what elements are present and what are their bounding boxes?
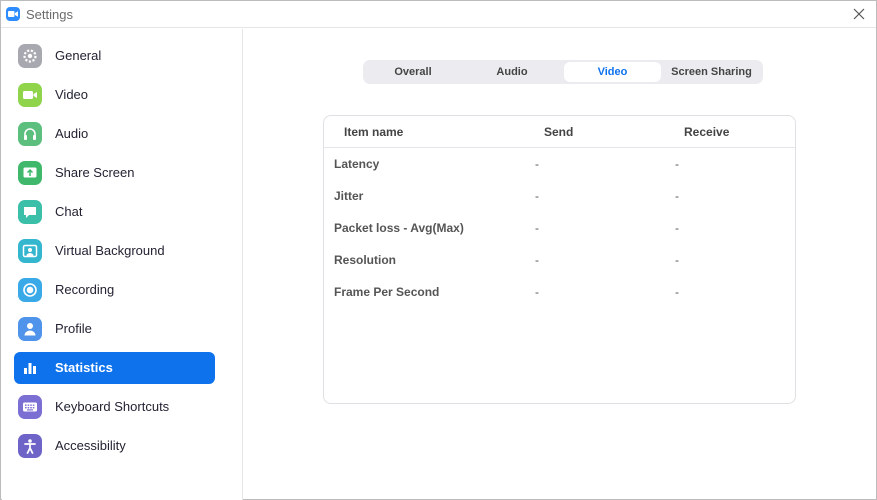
sidebar-item-label: Chat xyxy=(55,204,83,219)
sidebar-item-label: Audio xyxy=(55,126,89,141)
sidebar-item-label: Share Screen xyxy=(55,165,135,180)
accessibility-icon xyxy=(18,434,42,458)
zoom-app-icon xyxy=(6,7,20,21)
share-screen-icon xyxy=(18,161,42,185)
row-send-value: - xyxy=(535,285,539,299)
sidebar-item-share-screen[interactable]: Share Screen xyxy=(14,157,215,189)
column-header-receive: Receive xyxy=(684,125,730,139)
stats-table-header: Item name Send Receive xyxy=(324,116,795,148)
headphones-icon xyxy=(18,122,42,146)
tab-overall[interactable]: Overall xyxy=(365,62,461,82)
person-icon xyxy=(18,317,42,341)
table-row: Packet loss - Avg(Max) - - xyxy=(324,212,795,244)
row-item-name: Frame Per Second xyxy=(334,285,440,299)
window-title: Settings xyxy=(26,7,73,22)
sidebar-item-label: Recording xyxy=(55,282,115,297)
sidebar-item-label: Video xyxy=(55,87,89,102)
record-icon xyxy=(18,278,42,302)
sidebar-item-label: Profile xyxy=(55,321,92,336)
row-send-value: - xyxy=(535,189,539,203)
row-item-name: Packet loss - Avg(Max) xyxy=(334,221,464,235)
statistics-panel: Overall Audio Video Screen Sharing Item … xyxy=(244,29,877,500)
table-row: Frame Per Second - - xyxy=(324,276,795,308)
row-receive-value: - xyxy=(675,253,679,267)
title-bar: Settings xyxy=(1,1,876,28)
sidebar-item-label: Statistics xyxy=(55,360,113,375)
sidebar-item-keyboard-shortcuts[interactable]: Keyboard Shortcuts xyxy=(14,391,215,423)
tab-screen-sharing[interactable]: Screen Sharing xyxy=(662,62,761,82)
sidebar-item-chat[interactable]: Chat xyxy=(14,196,215,228)
sidebar-item-audio[interactable]: Audio xyxy=(14,118,215,150)
sidebar-item-statistics[interactable]: Statistics xyxy=(14,352,215,384)
column-header-send: Send xyxy=(544,125,574,139)
row-item-name: Jitter xyxy=(334,189,364,203)
sidebar-item-profile[interactable]: Profile xyxy=(14,313,215,345)
row-receive-value: - xyxy=(675,157,679,171)
row-send-value: - xyxy=(535,221,539,235)
row-receive-value: - xyxy=(675,285,679,299)
tab-audio[interactable]: Audio xyxy=(464,62,560,82)
virtual-background-icon xyxy=(18,239,42,263)
close-icon[interactable] xyxy=(850,5,868,23)
settings-window: Settings General Video Audio Share Scree… xyxy=(0,0,877,500)
row-send-value: - xyxy=(535,157,539,171)
stats-table: Item name Send Receive Latency - - Jitte… xyxy=(323,115,796,404)
sidebar-item-accessibility[interactable]: Accessibility xyxy=(14,430,215,462)
row-item-name: Latency xyxy=(334,157,380,171)
row-item-name: Resolution xyxy=(334,253,396,267)
row-receive-value: - xyxy=(675,189,679,203)
sidebar-item-recording[interactable]: Recording xyxy=(14,274,215,306)
sidebar-item-label: General xyxy=(55,48,102,63)
table-row: Latency - - xyxy=(324,148,795,180)
column-header-item-name: Item name xyxy=(344,125,404,139)
sidebar-item-label: Accessibility xyxy=(55,438,126,453)
sidebar-item-label: Keyboard Shortcuts xyxy=(55,399,170,414)
settings-sidebar: General Video Audio Share Screen Chat Vi… xyxy=(2,29,243,500)
sidebar-item-video[interactable]: Video xyxy=(14,79,215,111)
gear-icon xyxy=(18,44,42,68)
table-row: Resolution - - xyxy=(324,244,795,276)
stats-tab-bar: Overall Audio Video Screen Sharing xyxy=(363,60,763,84)
sidebar-item-label: Virtual Background xyxy=(55,243,165,258)
keyboard-icon xyxy=(18,395,42,419)
row-receive-value: - xyxy=(675,221,679,235)
bar-chart-icon xyxy=(18,356,42,380)
sidebar-item-general[interactable]: General xyxy=(14,40,215,72)
row-send-value: - xyxy=(535,253,539,267)
video-camera-icon xyxy=(18,83,42,107)
chat-bubble-icon xyxy=(18,200,42,224)
tab-video[interactable]: Video xyxy=(564,62,661,82)
sidebar-item-virtual-background[interactable]: Virtual Background xyxy=(14,235,215,267)
table-row: Jitter - - xyxy=(324,180,795,212)
